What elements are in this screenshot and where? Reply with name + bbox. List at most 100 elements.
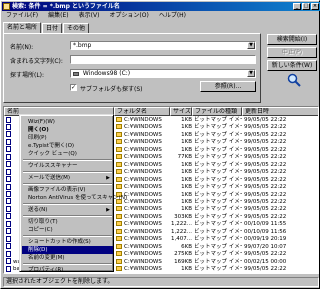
folder-cell-text: C:¥WINDOWS <box>124 266 162 272</box>
menu-file[interactable]: ファイル(F) <box>6 12 38 19</box>
window-title: 検索: 条件 = *.bmp というファイル名 <box>12 3 120 10</box>
type-cell-text: ビットマップ イメージ <box>194 124 242 131</box>
find-now-button[interactable]: 検索開始(I) <box>267 34 317 45</box>
folder-icon <box>116 161 122 167</box>
type-cell-text: ビットマップ イメージ <box>194 184 242 191</box>
folder-icon <box>116 117 122 122</box>
lookin-select[interactable]: Windows98 (C:) ▼ <box>70 69 256 78</box>
tab-strip: 名前と場所 日付 その他 <box>3 22 90 33</box>
folder-cell-text: C:¥WINDOWS <box>124 243 162 250</box>
type-cell: ビットマップ イメージ <box>194 265 242 273</box>
criteria-panel: 名前(N): *.bmp ▼ 含まれる文字列(C): 探す場所(L): Wind… <box>3 33 261 103</box>
size-cell-text: 1KB <box>181 191 192 198</box>
context-menu-item[interactable]: 名前の変更(M) <box>22 254 113 262</box>
type-cell-text: ビットマップ イメージ <box>194 266 242 272</box>
minimize-button[interactable]: _ <box>293 3 301 10</box>
title-bar[interactable]: 検索: 条件 = *.bmp というファイル名 _ □ × <box>2 2 320 11</box>
context-menu-item[interactable]: 画像ファイルの表示(V) <box>22 186 113 194</box>
name-dropdown-arrow[interactable]: ▼ <box>247 42 255 49</box>
context-menu-item[interactable]: 削除(D) <box>22 246 113 254</box>
stop-button[interactable]: 中止(P) <box>267 47 317 58</box>
column-header-type[interactable]: ファイルの種類 <box>192 107 242 116</box>
bitmap-file-icon <box>6 183 11 190</box>
context-menu-item[interactable]: コピー(C) <box>22 226 113 234</box>
tab-date[interactable]: 日付 <box>42 23 63 33</box>
close-button[interactable]: × <box>311 3 319 10</box>
menu-separator <box>23 235 112 237</box>
folder-cell-text: C:¥WINDOWS <box>124 124 162 131</box>
size-cell-text: 6KB <box>181 243 192 250</box>
subfolders-checkbox[interactable]: ✓ <box>70 84 77 91</box>
bitmap-file-icon <box>6 228 11 235</box>
context-menu-item[interactable]: ショートカットの作成(S) <box>22 238 113 246</box>
folder-icon <box>116 206 122 212</box>
folder-icon <box>116 146 122 152</box>
context-menu-item-label: ショートカットの作成(S) <box>28 239 91 245</box>
size-cell-text: 1KB <box>181 117 192 123</box>
context-menu-item[interactable]: Wiz(F)(W) <box>22 118 113 126</box>
context-menu-item[interactable]: クイック ビュー(Q) <box>22 150 113 158</box>
folder-cell-text: C:¥WINDOWS <box>124 198 162 205</box>
context-menu-item[interactable]: メールで送信(M) ▶ <box>22 174 113 182</box>
subfolders-label: サブフォルダも探す(S) <box>80 86 143 93</box>
menu-separator <box>23 203 112 205</box>
column-header-modified[interactable]: 更新日時 <box>242 107 318 116</box>
menu-bar: ファイル(F) 編集(E) 表示(V) オプション(O) ヘルプ(H) <box>2 11 320 21</box>
size-cell-text: 1KB <box>181 169 192 176</box>
modified-cell-text: 99/05/05 22:22 <box>244 206 287 213</box>
modified-cell-text: 99/07/20 10:07 <box>244 243 287 250</box>
browse-button[interactable]: 参照(R)... <box>200 81 256 92</box>
menu-options[interactable]: オプション(O) <box>109 12 148 19</box>
menu-view[interactable]: 表示(V) <box>79 12 100 19</box>
folder-icon <box>116 176 122 182</box>
size-cell-text: 303KB <box>174 213 192 220</box>
type-cell-text: ビットマップ イメージ <box>194 251 242 258</box>
folder-cell-text: C:¥WINDOWS <box>124 236 162 243</box>
context-menu-item[interactable]: 開く(O) <box>22 126 113 134</box>
modified-cell-text: 00/09/19 20:19 <box>244 236 287 243</box>
modified-cell: 99/05/05 22:22 <box>244 265 318 273</box>
containing-text-field[interactable] <box>70 55 256 64</box>
context-menu-item-label: ウイルススキャナー <box>28 163 78 169</box>
context-menu-item[interactable]: Norton AntiVirus を使ってスキャン(N) <box>22 194 127 202</box>
context-menu-item[interactable]: ウイルススキャナー <box>22 162 113 170</box>
context-menu-item-label: Wiz(F)(W) <box>28 119 55 125</box>
context-menu-item-label: 開く(O) <box>28 127 49 133</box>
column-header-folder[interactable]: フォルダ名 <box>114 107 170 116</box>
folder-icon <box>116 139 122 145</box>
menu-edit[interactable]: 編集(E) <box>48 12 68 19</box>
folder-cell-text: C:¥WINDOWS <box>124 251 162 258</box>
name-field[interactable]: *.bmp ▼ <box>70 41 256 50</box>
type-cell-text: ビットマップ イメージ <box>194 154 242 161</box>
column-header-size[interactable]: サイズ <box>170 107 192 116</box>
tab-advanced[interactable]: その他 <box>63 23 90 33</box>
modified-cell-text: 99/05/05 22:22 <box>244 139 287 146</box>
status-bar: 選択されたオブジェクトを削除します。 <box>3 277 319 287</box>
size-cell-text: 77KB <box>177 154 192 161</box>
context-menu-item[interactable]: 切り取り(T) <box>22 218 113 226</box>
menu-help[interactable]: ヘルプ(H) <box>159 12 186 19</box>
maximize-button[interactable]: □ <box>302 3 310 10</box>
context-menu-item-label: メールで送信(M) <box>28 175 71 181</box>
context-menu-item[interactable]: 印刷(P) <box>22 134 113 142</box>
modified-cell-text: 99/05/05 22:22 <box>244 184 287 191</box>
type-cell-text: ビットマップ イメージ <box>194 161 242 168</box>
folder-cell-text: C:¥WINDOWS <box>124 146 162 153</box>
modified-cell-text: 99/05/05 22:22 <box>244 124 287 131</box>
bitmap-file-icon <box>6 116 11 123</box>
lookin-dropdown-arrow[interactable]: ▼ <box>247 70 255 77</box>
context-menu-item[interactable]: e.Typistで開く(O) <box>22 142 113 150</box>
drive-icon <box>73 71 79 76</box>
size-cell-text: 1KB <box>181 266 192 272</box>
tab-name-location[interactable]: 名前と場所 <box>3 22 42 33</box>
folder-cell-text: C:¥WINDOWS <box>124 139 162 146</box>
type-cell-text: ビットマップ イメージ <box>194 221 242 228</box>
size-cell-text: 1KB <box>181 206 192 213</box>
modified-cell-text: 00/10/09 11:56 <box>244 228 287 235</box>
new-search-button[interactable]: 新しい条件(W) <box>267 60 317 71</box>
context-menu-item[interactable]: 送る(N) ▶ <box>22 206 113 214</box>
name-label: 名前(N): <box>10 44 34 51</box>
size-cell-text: 1KB <box>181 184 192 191</box>
context-menu-item[interactable]: プロパティ(R) <box>22 266 113 274</box>
modified-cell-text: 99/05/05 22:22 <box>244 191 287 198</box>
